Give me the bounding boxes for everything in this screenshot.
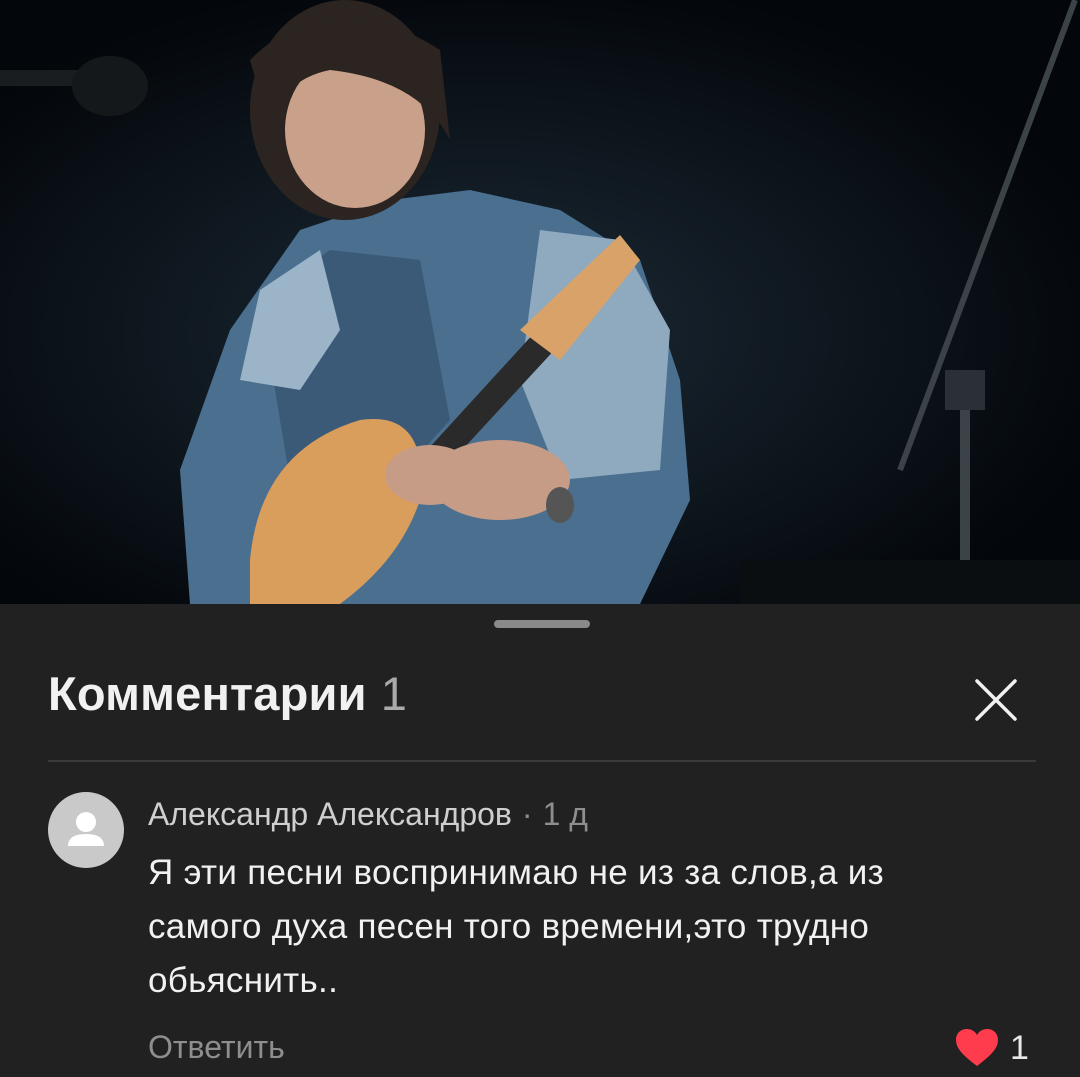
comment-text: Я эти песни воспринимаю не из за слов,а … [148,846,1028,1008]
comment-time: 1 д [542,796,588,832]
reply-button[interactable]: Ответить [148,1029,285,1066]
comment-author[interactable]: Александр Александров [148,796,512,832]
like-button[interactable]: 1 [954,1028,1029,1068]
comments-header: Комментарии 1 [48,666,407,736]
like-count: 1 [1010,1028,1029,1067]
video-frame [0,0,1080,604]
header-divider [48,760,1036,762]
comment-item: Александр Александров · 1 д Я эти песни во… [0,784,1080,1077]
comment-line: Я эти песни воспринимаю не из за слов,а … [148,853,884,892]
comments-count: 1 [380,667,407,720]
meta-separator: · [521,796,533,832]
close-button[interactable] [960,664,1032,736]
comment-line: самого духа песен того времени,это трудн… [148,907,870,946]
video-player[interactable] [0,0,1080,604]
heart-icon [956,1029,998,1066]
default-user-icon [68,812,104,846]
close-icon [975,679,1017,721]
comments-sheet: Комментарии 1 Александр Александров · 1 д … [0,604,1080,1077]
comments-title: Комментарии [48,667,367,720]
comment-line: обьяснить.. [148,961,339,1000]
drag-handle[interactable] [494,620,590,628]
comment-meta: Александр Александров · 1 д [148,796,588,833]
avatar[interactable] [48,792,124,868]
